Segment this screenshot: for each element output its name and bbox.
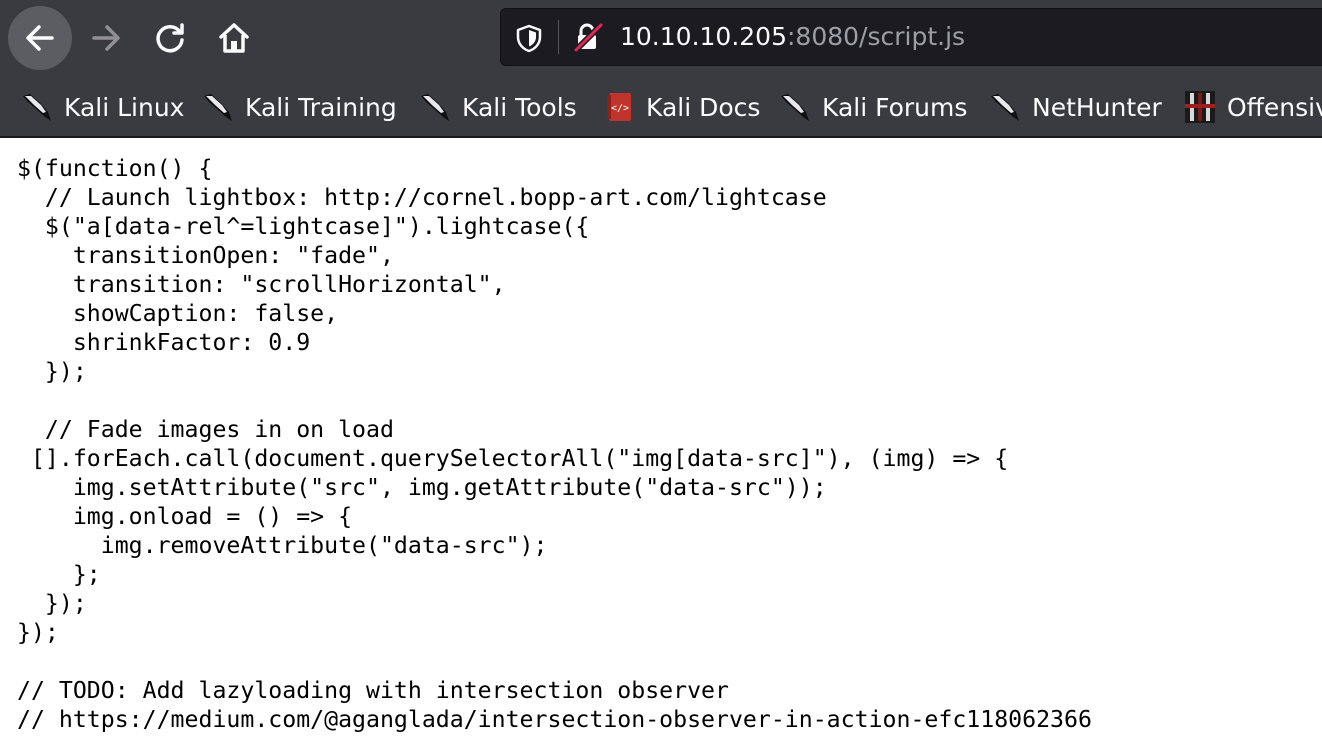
- bookmark-label: Kali Training: [245, 92, 397, 122]
- offsec-icon: [1183, 90, 1217, 124]
- code-line: // https://medium.com/@aganglada/interse…: [17, 706, 1092, 733]
- code-line: img.removeAttribute("data-src");: [17, 532, 548, 559]
- forward-button[interactable]: [74, 6, 138, 70]
- reload-icon: [156, 23, 184, 53]
- bookmark-kali-training[interactable]: Kali Training: [201, 78, 397, 136]
- code-line: });: [17, 590, 87, 617]
- bookmark-offensive-security[interactable]: Offensive Security: [1183, 78, 1322, 136]
- code-line: [].forEach.call(document.querySelectorAl…: [17, 445, 1009, 472]
- arrow-right-icon: [92, 25, 120, 51]
- kali-dragon-icon: [778, 90, 812, 124]
- kali-dragon-icon: [20, 90, 54, 124]
- back-button[interactable]: [8, 6, 72, 70]
- bookmark-label: NetHunter: [1032, 92, 1162, 122]
- page-content: $(function() { // Launch lightbox: http:…: [0, 138, 1322, 756]
- code-line: shrinkFactor: 0.9: [17, 329, 311, 356]
- url-host: 10.10.10.205: [620, 22, 787, 51]
- bookmark-label: Kali Tools: [462, 92, 577, 122]
- url-text[interactable]: 10.10.10.205:8080/script.js: [620, 21, 965, 53]
- bookmark-kali-tools[interactable]: Kali Tools: [418, 78, 577, 136]
- bookmark-label: Kali Linux: [64, 92, 185, 122]
- code-line: // Fade images in on load: [17, 416, 394, 443]
- shield-icon[interactable]: [514, 23, 544, 53]
- home-icon: [219, 23, 249, 53]
- code-line: $(function() {: [17, 155, 213, 182]
- code-line: img.setAttribute("src", img.getAttribute…: [17, 474, 827, 501]
- insecure-lock-icon[interactable]: [572, 21, 604, 53]
- bookmark-label: Kali Docs: [646, 92, 761, 122]
- home-button[interactable]: [202, 6, 266, 70]
- svg-text:</>: </>: [611, 103, 629, 114]
- code-line: });: [17, 358, 87, 385]
- bookmark-kali-docs[interactable]: </> Kali Docs: [602, 78, 760, 136]
- url-path: :8080/script.js: [787, 22, 966, 51]
- code-line: // Launch lightbox: http://cornel.bopp-a…: [17, 184, 827, 211]
- code-line: });: [17, 619, 59, 646]
- kali-docs-icon: </>: [602, 90, 636, 124]
- kali-dragon-icon: [418, 90, 452, 124]
- bookmark-kali-linux[interactable]: Kali Linux: [20, 78, 184, 136]
- address-bar[interactable]: 10.10.10.205:8080/script.js: [500, 8, 1322, 66]
- code-line: $("a[data-rel^=lightcase]").lightcase({: [17, 213, 590, 240]
- bookmark-kali-forums[interactable]: Kali Forums: [778, 78, 967, 136]
- code-line: // TODO: Add lazyloading with intersecti…: [17, 677, 729, 704]
- code-line: img.onload = () => {: [17, 503, 353, 530]
- code-line: transitionOpen: "fade",: [17, 242, 394, 269]
- address-bar-divider: [558, 20, 559, 54]
- code-line: transition: "scrollHorizontal",: [17, 271, 506, 298]
- bookmark-nethunter[interactable]: NetHunter: [988, 78, 1162, 136]
- kali-dragon-icon: [201, 90, 235, 124]
- bookmark-label: Kali Forums: [822, 92, 968, 122]
- bookmarks-toolbar: Kali Linux Kali Training Kali Tools </> …: [0, 78, 1322, 138]
- bookmark-label: Offensive Security: [1227, 92, 1322, 122]
- code-line: showCaption: false,: [17, 300, 339, 327]
- reload-button[interactable]: [138, 6, 202, 70]
- kali-dragon-icon: [988, 90, 1022, 124]
- browser-toolbar: 10.10.10.205:8080/script.js: [0, 0, 1322, 78]
- script-source: $(function() { // Launch lightbox: http:…: [17, 154, 1092, 734]
- code-line: };: [17, 561, 101, 588]
- arrow-left-icon: [26, 25, 54, 51]
